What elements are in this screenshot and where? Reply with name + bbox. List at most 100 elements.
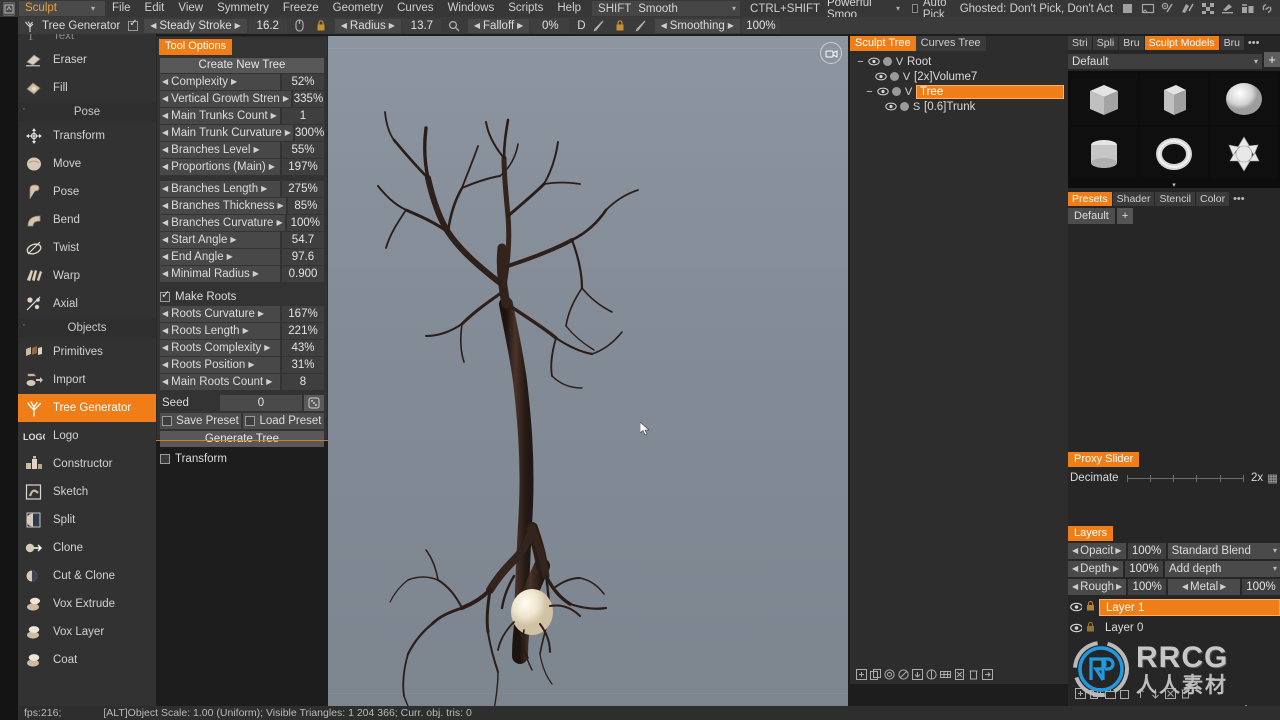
layer-opacity-row[interactable]: ◀ Opacit ▶ 100% Standard Blend ▾ [1068,543,1280,559]
export-icon[interactable] [953,668,965,680]
chevron-left-icon[interactable]: ◀ [1070,543,1080,559]
param-value[interactable]: 167% [282,306,324,322]
chevron-left-icon[interactable]: ◀ [471,21,483,30]
param-name[interactable]: ◀ Complexity ▶ [160,74,280,90]
chevron-right-icon[interactable]: ▶ [261,181,267,197]
param-name[interactable]: ◀ Roots Position ▶ [160,357,280,373]
paint-bucket-icon[interactable] [1239,1,1256,16]
sidebar-item-cut-clone[interactable]: Cut & Clone [18,562,156,590]
sidebar-item-constructor[interactable]: Constructor [18,450,156,478]
param-complexity[interactable]: ◀ Complexity ▶ 52% [160,74,324,90]
menu-item-view[interactable]: View [171,0,210,17]
param-name[interactable]: ◀ Roots Curvature ▶ [160,306,280,322]
param-branches-thickness[interactable]: ◀ Branches Thickness ▶ 85% [160,198,324,214]
tab-brushes-2[interactable]: Bru [1219,36,1244,50]
link-icon[interactable] [1259,1,1276,16]
chevron-right-icon[interactable]: ▶ [276,215,282,231]
apply-icon[interactable] [911,668,923,680]
chevron-right-icon[interactable]: ▶ [253,142,259,158]
chevron-right-icon[interactable]: ▶ [266,374,272,390]
falloff-spinner[interactable]: ◀ Falloff ▶ [467,18,530,33]
depth-mode-dropdown[interactable]: Add depth ▾ [1165,561,1280,577]
sidebar-item-fill[interactable]: Fill [18,74,156,102]
tree-row-root[interactable]: − V Root [850,54,1068,69]
seed-input[interactable]: 0 [220,395,302,411]
visibility-dot[interactable] [900,102,909,111]
camera-icon[interactable] [820,42,842,64]
toggle-icon[interactable] [1164,687,1176,699]
copy-icon[interactable] [869,668,881,680]
menu-item-freeze[interactable]: Freeze [276,0,326,17]
tab-stencil[interactable]: Stencil [1155,192,1195,206]
visibility-dot[interactable] [892,87,901,96]
layer-name[interactable]: Layer 1 [1099,598,1280,616]
param-value[interactable]: 31% [282,357,324,373]
chevron-left-icon[interactable]: ◀ [1070,579,1080,595]
pen-icon[interactable] [591,18,607,33]
menu-item-edit[interactable]: Edit [138,0,172,17]
radius-spinner[interactable]: ◀ Radius ▶ [334,18,401,33]
decimate-options-icon[interactable]: ▦ [1267,471,1278,485]
chevron-right-icon[interactable]: ▶ [1218,579,1228,595]
checkbox-icon[interactable] [160,454,170,464]
chevron-right-icon[interactable]: ▶ [258,306,264,322]
sidebar-item-eraser[interactable]: Eraser [18,46,156,74]
pen-icon[interactable] [633,18,649,33]
tree-row-label[interactable]: Tree [916,84,1064,99]
spike-ball-thumb[interactable] [1210,127,1278,179]
chevron-left-icon[interactable]: ◀ [1070,561,1080,577]
cube-thumb[interactable] [1070,73,1138,125]
param-value[interactable]: 1 [282,108,324,124]
sidebar-item-move[interactable]: Move [18,150,156,178]
layer-item-1[interactable]: Layer 1 [1068,598,1280,616]
boolean-icon[interactable] [925,668,937,680]
radius-value[interactable]: 13.7 [402,18,441,33]
more-tabs-icon[interactable]: ••• [1230,193,1248,205]
param-value[interactable]: 97.6 [282,249,324,265]
param-name[interactable]: ◀ Main Roots Count ▶ [160,374,280,390]
chevron-right-icon[interactable]: ▶ [231,74,237,90]
square-icon[interactable] [1119,1,1136,16]
collapse-toggle[interactable]: − [856,56,865,68]
sidebar-item-warp[interactable]: Warp [18,262,156,290]
more-tabs-icon[interactable]: ••• [1245,37,1263,49]
sidebar-item-pose[interactable]: Pose [18,178,156,206]
load-preset-button[interactable]: Load Preset [243,413,324,429]
chevron-left-icon[interactable]: ◀ [1180,579,1190,595]
duplicate-layer-icon[interactable] [1089,687,1101,699]
lock-icon[interactable] [612,18,628,33]
gears-pen-icon[interactable] [1159,1,1176,16]
param-value[interactable]: 85% [287,198,324,214]
add-preset-button[interactable]: + [1264,52,1280,67]
ghosted-mode-label[interactable]: Ghosted: Don't Pick, Don't Act [960,3,1113,15]
smoothing-spinner[interactable]: ◀ Smoothing ▶ [654,18,740,33]
eye-icon[interactable] [875,71,887,82]
param-value[interactable]: 52% [282,74,324,90]
chevron-right-icon[interactable]: ▶ [271,108,277,124]
chevron-right-icon[interactable]: ▶ [1113,543,1123,559]
move-up-icon[interactable] [1134,687,1146,699]
smoothing-value[interactable]: 100% [741,18,780,33]
eye-icon[interactable] [877,86,889,97]
chevron-right-icon[interactable]: ▶ [264,340,270,356]
param-vertical-growth-strength[interactable]: ◀ Vertical Growth Stren ▶ 335% [160,91,324,107]
tab-color[interactable]: Color [1195,192,1230,206]
mouse-icon[interactable] [292,18,308,33]
active-tool-indicator[interactable]: Tree Generator [18,18,120,33]
tree-row-volume7[interactable]: V [2x]Volume7 [850,69,1068,84]
param-value[interactable]: 300% [294,125,325,141]
param-value[interactable]: 221% [282,323,324,339]
tab-sculpt-tree[interactable]: Sculpt Tree [850,36,916,51]
param-roots-length[interactable]: ◀ Roots Length ▶ 221% [160,323,324,339]
tree-row-trunk[interactable]: S [0.6]Trunk [850,99,1068,114]
lamp-icon[interactable] [1219,1,1236,16]
sidebar-item-coat[interactable]: Coat [18,646,156,674]
depth-value[interactable]: 100% [1125,561,1163,577]
chevron-right-icon[interactable]: ▶ [227,249,233,265]
layer-rough-metal-row[interactable]: ◀ Rough ▶ 100% ◀ Metal ▶ 100% [1068,579,1280,595]
sidebar-item-split[interactable]: Split [18,506,156,534]
sphere-thumb[interactable] [1210,73,1278,125]
preset-default-chip[interactable]: Default [1068,208,1115,224]
param-name[interactable]: ◀ Branches Curvature ▶ [160,215,285,231]
param-branches-curvature[interactable]: ◀ Branches Curvature ▶ 100% [160,215,324,231]
